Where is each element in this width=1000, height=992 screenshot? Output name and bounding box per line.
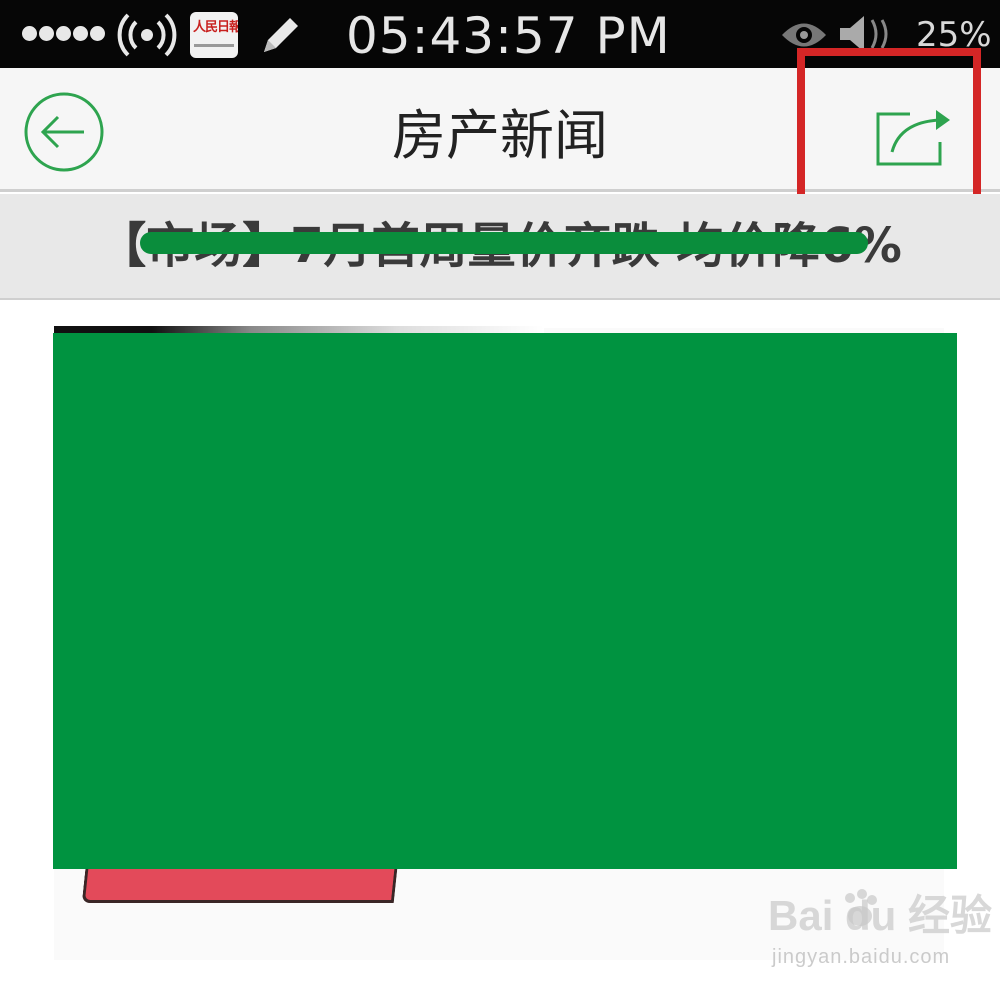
status-time: 05:43:57 PM	[346, 7, 671, 65]
baidu-watermark-url: jingyan.baidu.com	[772, 946, 951, 968]
share-highlight-box	[797, 48, 981, 208]
eye-icon	[782, 23, 826, 47]
headline-redaction-line	[140, 232, 868, 254]
app-badge-text: 人民日報	[193, 20, 238, 35]
people-daily-app-icon: 人民日報	[190, 12, 238, 58]
wifi-icon	[117, 13, 177, 57]
signal-dots-icon	[22, 26, 105, 41]
image-redaction-block	[53, 333, 957, 869]
pencil-icon	[264, 18, 298, 52]
baidu-paw-icon	[845, 889, 877, 926]
